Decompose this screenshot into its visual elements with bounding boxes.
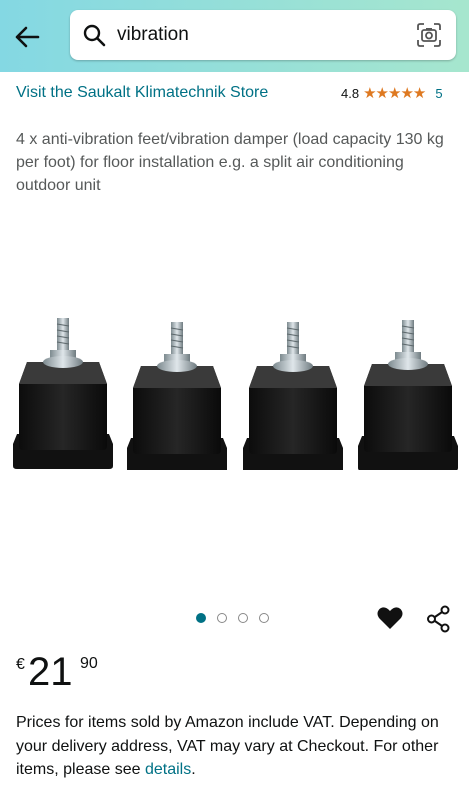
- price-whole: 21: [28, 650, 73, 694]
- star-icon: ★: [387, 84, 401, 102]
- rating-count[interactable]: 5: [435, 86, 442, 101]
- store-link[interactable]: Visit the Saukalt Klimatechnik Store: [16, 81, 276, 104]
- price-currency: €: [16, 656, 25, 673]
- carousel-dot[interactable]: [217, 613, 227, 623]
- carousel-dot-active[interactable]: [196, 613, 206, 623]
- vat-end: .: [191, 761, 196, 778]
- rating-value: 4.8: [341, 85, 360, 101]
- star-icon: ★: [400, 84, 413, 102]
- carousel-dot[interactable]: [238, 613, 248, 623]
- camera-lens-icon[interactable]: [416, 22, 442, 48]
- star-icon: ★: [375, 84, 389, 102]
- product-image[interactable]: [0, 300, 469, 470]
- vat-details-link[interactable]: details: [145, 761, 191, 778]
- rating-stars: ★ ★ ★ ★ ★: [363, 84, 426, 102]
- share-icon[interactable]: [426, 605, 452, 633]
- product-title: 4 x anti-vibration feet/vibration damper…: [16, 131, 444, 194]
- star-icon: ★: [412, 84, 426, 102]
- heart-icon[interactable]: [376, 604, 404, 632]
- price-fraction: 90: [80, 655, 98, 672]
- search-input[interactable]: vibration: [70, 10, 456, 60]
- carousel-dot[interactable]: [259, 613, 269, 623]
- header-bar: vibration: [0, 0, 469, 72]
- vat-notice: Prices for items sold by Amazon include …: [16, 711, 461, 782]
- search-query[interactable]: vibration: [117, 23, 189, 47]
- back-arrow-icon[interactable]: [10, 20, 44, 54]
- image-carousel-dots: [196, 613, 269, 623]
- star-icon: ★: [363, 84, 376, 102]
- search-icon: [83, 24, 106, 47]
- vat-text: Prices for items sold by Amazon include …: [16, 714, 439, 778]
- rating-summary[interactable]: 4.8 ★ ★ ★ ★ ★ 5: [341, 84, 443, 102]
